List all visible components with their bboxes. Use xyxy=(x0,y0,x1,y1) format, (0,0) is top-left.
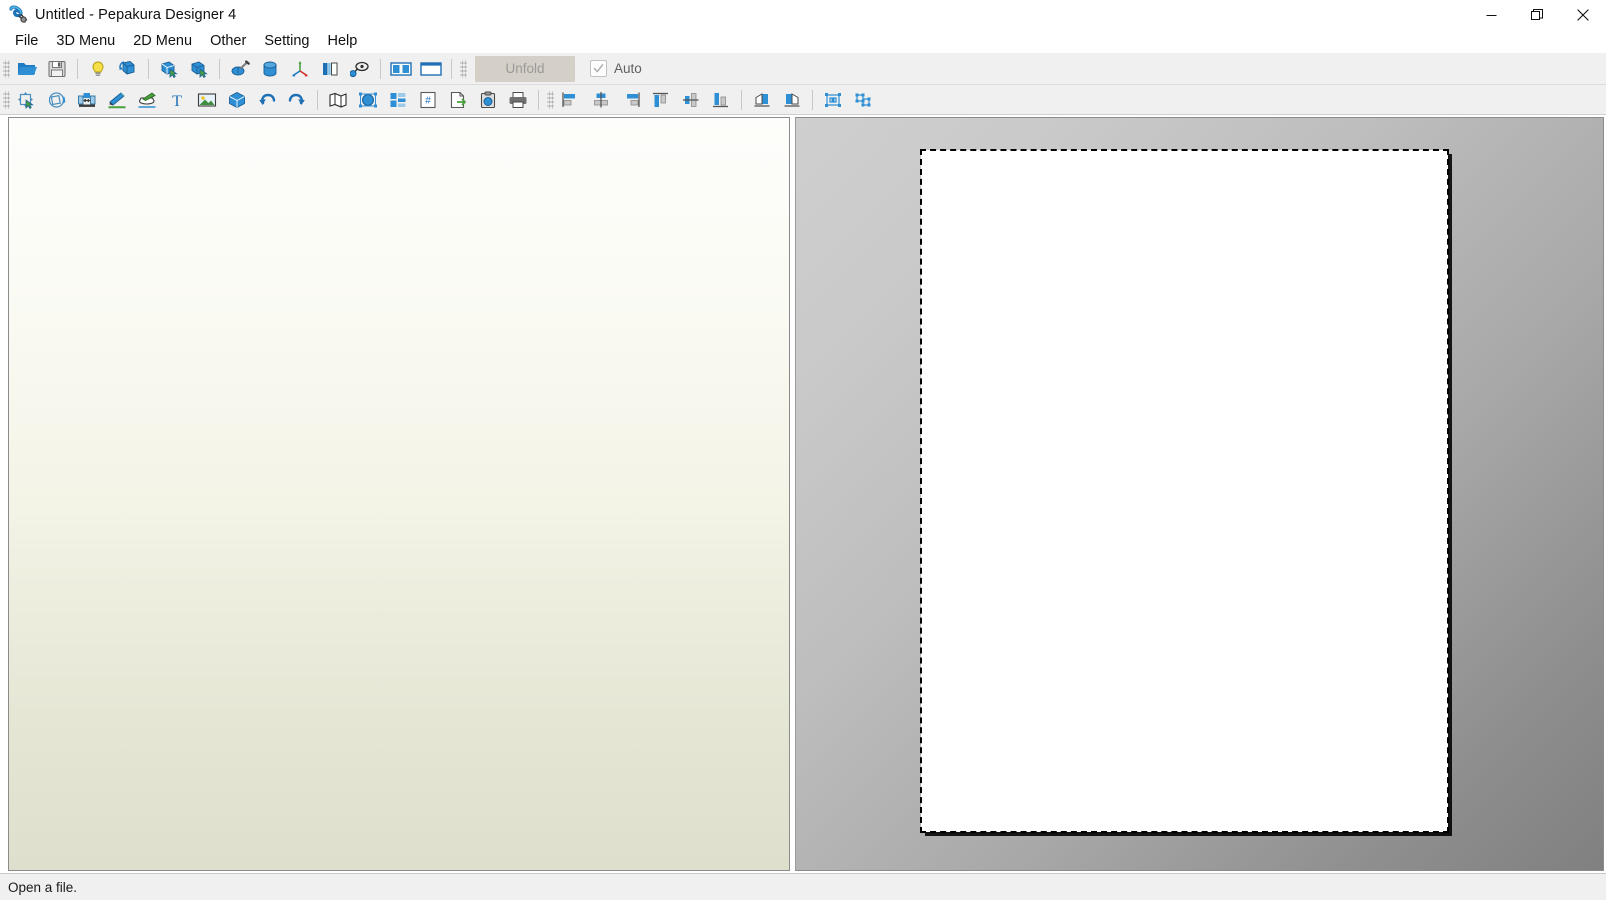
toolbar-grip[interactable] xyxy=(547,90,554,109)
align-center-h-icon[interactable] xyxy=(587,87,615,112)
cylinder-icon[interactable] xyxy=(256,55,284,82)
toolbar-grip[interactable] xyxy=(3,90,10,109)
number-page-icon[interactable]: # xyxy=(414,87,442,112)
toolbar-separator xyxy=(451,58,452,79)
box-tool-icon[interactable] xyxy=(223,87,251,112)
align-bottom-icon[interactable] xyxy=(707,87,735,112)
unfold-group: Unfold Auto xyxy=(469,53,642,84)
clipboard-icon[interactable] xyxy=(474,87,502,112)
pepakura-designer-window: Untitled - Pepakura Designer 4 File 3D M… xyxy=(0,0,1606,900)
unfold-button[interactable]: Unfold xyxy=(475,55,575,82)
save-file-icon[interactable] xyxy=(43,55,71,82)
3d-view[interactable] xyxy=(8,117,790,871)
align-right-icon[interactable] xyxy=(617,87,645,112)
restore-icon[interactable] xyxy=(1514,0,1560,30)
main-toolbar: Unfold Auto xyxy=(0,53,1606,85)
close-icon[interactable] xyxy=(1560,0,1606,30)
toolbar-separator xyxy=(77,58,78,79)
select-all-parts-icon[interactable] xyxy=(354,87,382,112)
pepakura-app-icon xyxy=(8,5,28,25)
lightbulb-icon[interactable] xyxy=(84,55,112,82)
toolbar-separator xyxy=(219,58,220,79)
align-top-icon[interactable] xyxy=(647,87,675,112)
print-icon[interactable] xyxy=(504,87,532,112)
edit-line-icon[interactable] xyxy=(103,87,131,112)
toolbar-separator xyxy=(317,89,318,110)
window-controls xyxy=(1468,0,1606,30)
menu-item-setting[interactable]: Setting xyxy=(255,31,318,52)
menu-item-other[interactable]: Other xyxy=(201,31,255,52)
unfold-map-icon[interactable] xyxy=(324,87,352,112)
select-part-icon[interactable] xyxy=(185,55,213,82)
text-tool-icon[interactable]: T xyxy=(163,87,191,112)
toolbar-grip[interactable] xyxy=(460,59,467,78)
menu-item-help[interactable]: Help xyxy=(318,31,366,52)
svg-text:#: # xyxy=(425,95,431,106)
join-disjoin-icon[interactable] xyxy=(73,87,101,112)
undo-icon[interactable] xyxy=(253,87,281,112)
auto-label: Auto xyxy=(614,61,642,76)
ungroup-icon[interactable] xyxy=(849,87,877,112)
edit-flap-icon[interactable] xyxy=(133,87,161,112)
svg-text:T: T xyxy=(172,93,182,109)
export-icon[interactable] xyxy=(444,87,472,112)
paper-sheet[interactable] xyxy=(920,149,1449,833)
minimize-icon[interactable] xyxy=(1468,0,1514,30)
rotate-model-icon[interactable] xyxy=(114,55,142,82)
status-bar: Open a file. xyxy=(0,873,1606,900)
align-left-icon[interactable] xyxy=(557,87,585,112)
texture-split-icon[interactable] xyxy=(316,55,344,82)
magnifier-icon[interactable] xyxy=(346,55,374,82)
toolbar-separator xyxy=(148,58,149,79)
select-face-icon[interactable] xyxy=(155,55,183,82)
image-tool-icon[interactable] xyxy=(193,87,221,112)
menu-item-2d-menu[interactable]: 2D Menu xyxy=(124,31,201,52)
menu-bar: File 3D Menu 2D Menu Other Setting Help xyxy=(0,30,1606,84)
menu-item-file[interactable]: File xyxy=(6,31,47,52)
split-view-icon[interactable] xyxy=(387,55,415,82)
toolbar-separator xyxy=(538,89,539,110)
rotate-part-icon[interactable] xyxy=(43,87,71,112)
toolbar-separator xyxy=(812,89,813,110)
work-area xyxy=(0,115,1606,873)
title-bar: Untitled - Pepakura Designer 4 xyxy=(0,0,1606,30)
layout-icon[interactable] xyxy=(384,87,412,112)
toolbar-separator xyxy=(380,58,381,79)
menu-item-3d-menu[interactable]: 3D Menu xyxy=(47,31,124,52)
single-view-icon[interactable] xyxy=(417,55,445,82)
flip-horizontal-icon[interactable] xyxy=(748,87,776,112)
move-part-icon[interactable] xyxy=(13,87,41,112)
toolbar-separator xyxy=(741,89,742,110)
axis-icon[interactable] xyxy=(286,55,314,82)
paint-model-icon[interactable] xyxy=(226,55,254,82)
align-middle-v-icon[interactable] xyxy=(677,87,705,112)
2d-toolbar: T # xyxy=(0,85,1606,115)
redo-icon[interactable] xyxy=(283,87,311,112)
2d-view[interactable] xyxy=(795,117,1604,871)
auto-checkbox[interactable] xyxy=(590,60,607,77)
flip-vertical-icon[interactable] xyxy=(778,87,806,112)
status-message: Open a file. xyxy=(8,879,78,895)
toolbar-grip[interactable] xyxy=(3,59,10,78)
window-title: Untitled - Pepakura Designer 4 xyxy=(35,7,237,23)
open-file-icon[interactable] xyxy=(13,55,41,82)
group-icon[interactable] xyxy=(819,87,847,112)
auto-checkbox-group[interactable]: Auto xyxy=(590,60,642,77)
